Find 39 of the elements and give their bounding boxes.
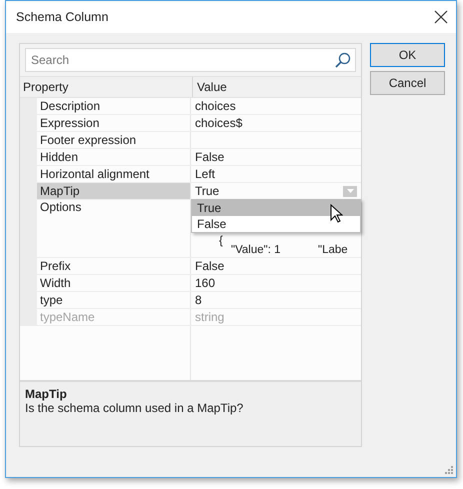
value-text: 160 [195,276,216,290]
cancel-button[interactable]: Cancel [370,71,445,95]
window-title: Schema Column [16,10,108,24]
value-text: 8 [195,293,202,307]
property-name[interactable]: Width [37,275,191,291]
search-icon[interactable] [335,52,351,68]
value-text: False [195,259,224,273]
search-field[interactable]: Search [25,48,356,72]
dropdown-option[interactable]: False [192,216,360,232]
close-icon[interactable] [434,10,448,24]
property-name[interactable]: Horizontal alignment [37,166,191,182]
property-name[interactable]: Prefix [37,258,191,274]
row-header[interactable] [20,98,37,114]
caret-icon [346,189,354,193]
dropdown-option[interactable]: True [192,200,360,216]
property-name[interactable]: Expression [37,115,191,131]
description-title: MapTip [25,387,68,401]
property-name[interactable]: Hidden [37,149,191,165]
cursor-icon [330,204,343,223]
row-header[interactable] [20,309,37,325]
value-text: "Labe [318,244,348,256]
value-text: { [219,235,223,247]
value-text: "Value": 1 [231,244,281,256]
value-text: choices [195,99,236,113]
column-header[interactable]: Value [193,77,361,97]
value-text: choices$ [195,116,242,130]
property-name[interactable]: Footer expression [37,132,191,148]
property-name[interactable]: type [37,292,191,308]
property-name[interactable]: Description [37,98,191,114]
ok-button[interactable]: OK [370,43,445,67]
dropdown-button[interactable] [343,186,357,196]
value-text: True [195,184,220,198]
resize-grip-icon[interactable] [443,464,453,474]
property-name[interactable]: MapTip [37,183,191,199]
description-text: Is the schema column used in a MapTip? [25,401,244,415]
value-text: string [195,310,224,324]
value-text: Left [195,167,216,181]
column-header[interactable]: Property [20,77,193,97]
value-text: False [195,150,224,164]
